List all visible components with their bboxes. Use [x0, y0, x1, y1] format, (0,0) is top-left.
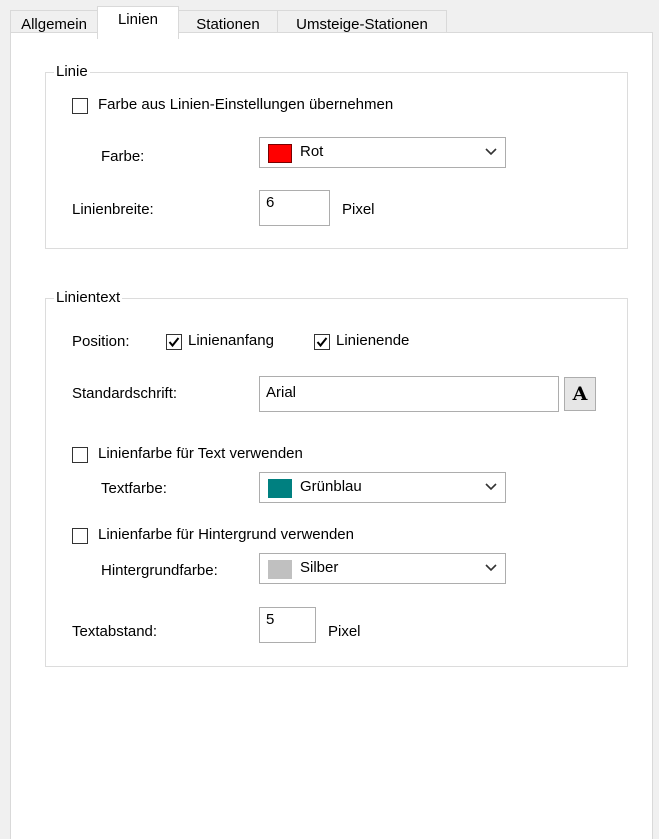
bg-color-swatch — [268, 560, 292, 579]
line-start-label: Linienanfang — [188, 332, 274, 349]
text-color-select[interactable]: Grünblau — [259, 472, 506, 503]
default-font-input[interactable]: Arial — [259, 376, 559, 412]
use-line-color-checkbox[interactable] — [72, 98, 88, 114]
text-color-use-checkbox[interactable] — [72, 447, 88, 463]
bg-color-label: Hintergrundfarbe: — [101, 562, 218, 579]
bg-color-use-label: Linienfarbe für Hintergrund verwenden — [98, 526, 354, 543]
line-end-label: Linienende — [336, 332, 410, 349]
text-color-use-label: Linienfarbe für Text verwenden — [98, 445, 303, 462]
text-spacing-unit: Pixel — [328, 623, 361, 640]
text-spacing-input[interactable]: 5 — [259, 607, 316, 643]
text-color-label: Textfarbe: — [101, 480, 167, 497]
chevron-down-icon — [485, 148, 497, 156]
text-color-swatch — [268, 479, 292, 498]
color-swatch — [268, 144, 292, 163]
font-picker-button[interactable]: A — [564, 377, 596, 411]
default-font-value: Arial — [266, 384, 297, 401]
position-label: Position: — [72, 333, 130, 350]
line-width-label: Linienbreite: — [72, 201, 154, 218]
line-start-checkbox[interactable] — [166, 334, 182, 350]
bg-color-select[interactable]: Silber — [259, 553, 506, 584]
tab-page-linien: Linie Farbe aus Linien-Einstellungen übe… — [10, 32, 653, 839]
default-font-label: Standardschrift: — [72, 385, 178, 402]
color-select-value: Rot — [300, 143, 324, 160]
text-color-select-value: Grünblau — [300, 478, 362, 495]
checkmark-icon — [168, 337, 180, 348]
group-linientext: Linientext Position: Linienanfang Linien… — [45, 289, 628, 667]
tab-linien[interactable]: Linien — [97, 6, 179, 39]
chevron-down-icon — [485, 564, 497, 572]
bg-color-use-checkbox[interactable] — [72, 528, 88, 544]
group-linie: Linie Farbe aus Linien-Einstellungen übe… — [45, 63, 628, 249]
font-icon: A — [572, 383, 588, 405]
checkmark-icon — [316, 337, 328, 348]
chevron-down-icon — [485, 483, 497, 491]
color-select[interactable]: Rot — [259, 137, 506, 168]
line-width-input[interactable]: 6 — [259, 190, 330, 226]
text-spacing-value: 5 — [266, 611, 275, 628]
text-spacing-label: Textabstand: — [72, 623, 158, 640]
color-label: Farbe: — [101, 148, 145, 165]
line-width-unit: Pixel — [342, 201, 375, 218]
dialog-root: Allgemein Linien Stationen Umsteige-Stat… — [0, 0, 659, 839]
group-linie-title: Linie — [54, 63, 90, 81]
line-width-value: 6 — [266, 194, 275, 211]
line-end-checkbox[interactable] — [314, 334, 330, 350]
group-linientext-title: Linientext — [54, 289, 123, 307]
bg-color-select-value: Silber — [300, 559, 339, 576]
use-line-color-label: Farbe aus Linien-Einstellungen übernehme… — [98, 96, 394, 113]
